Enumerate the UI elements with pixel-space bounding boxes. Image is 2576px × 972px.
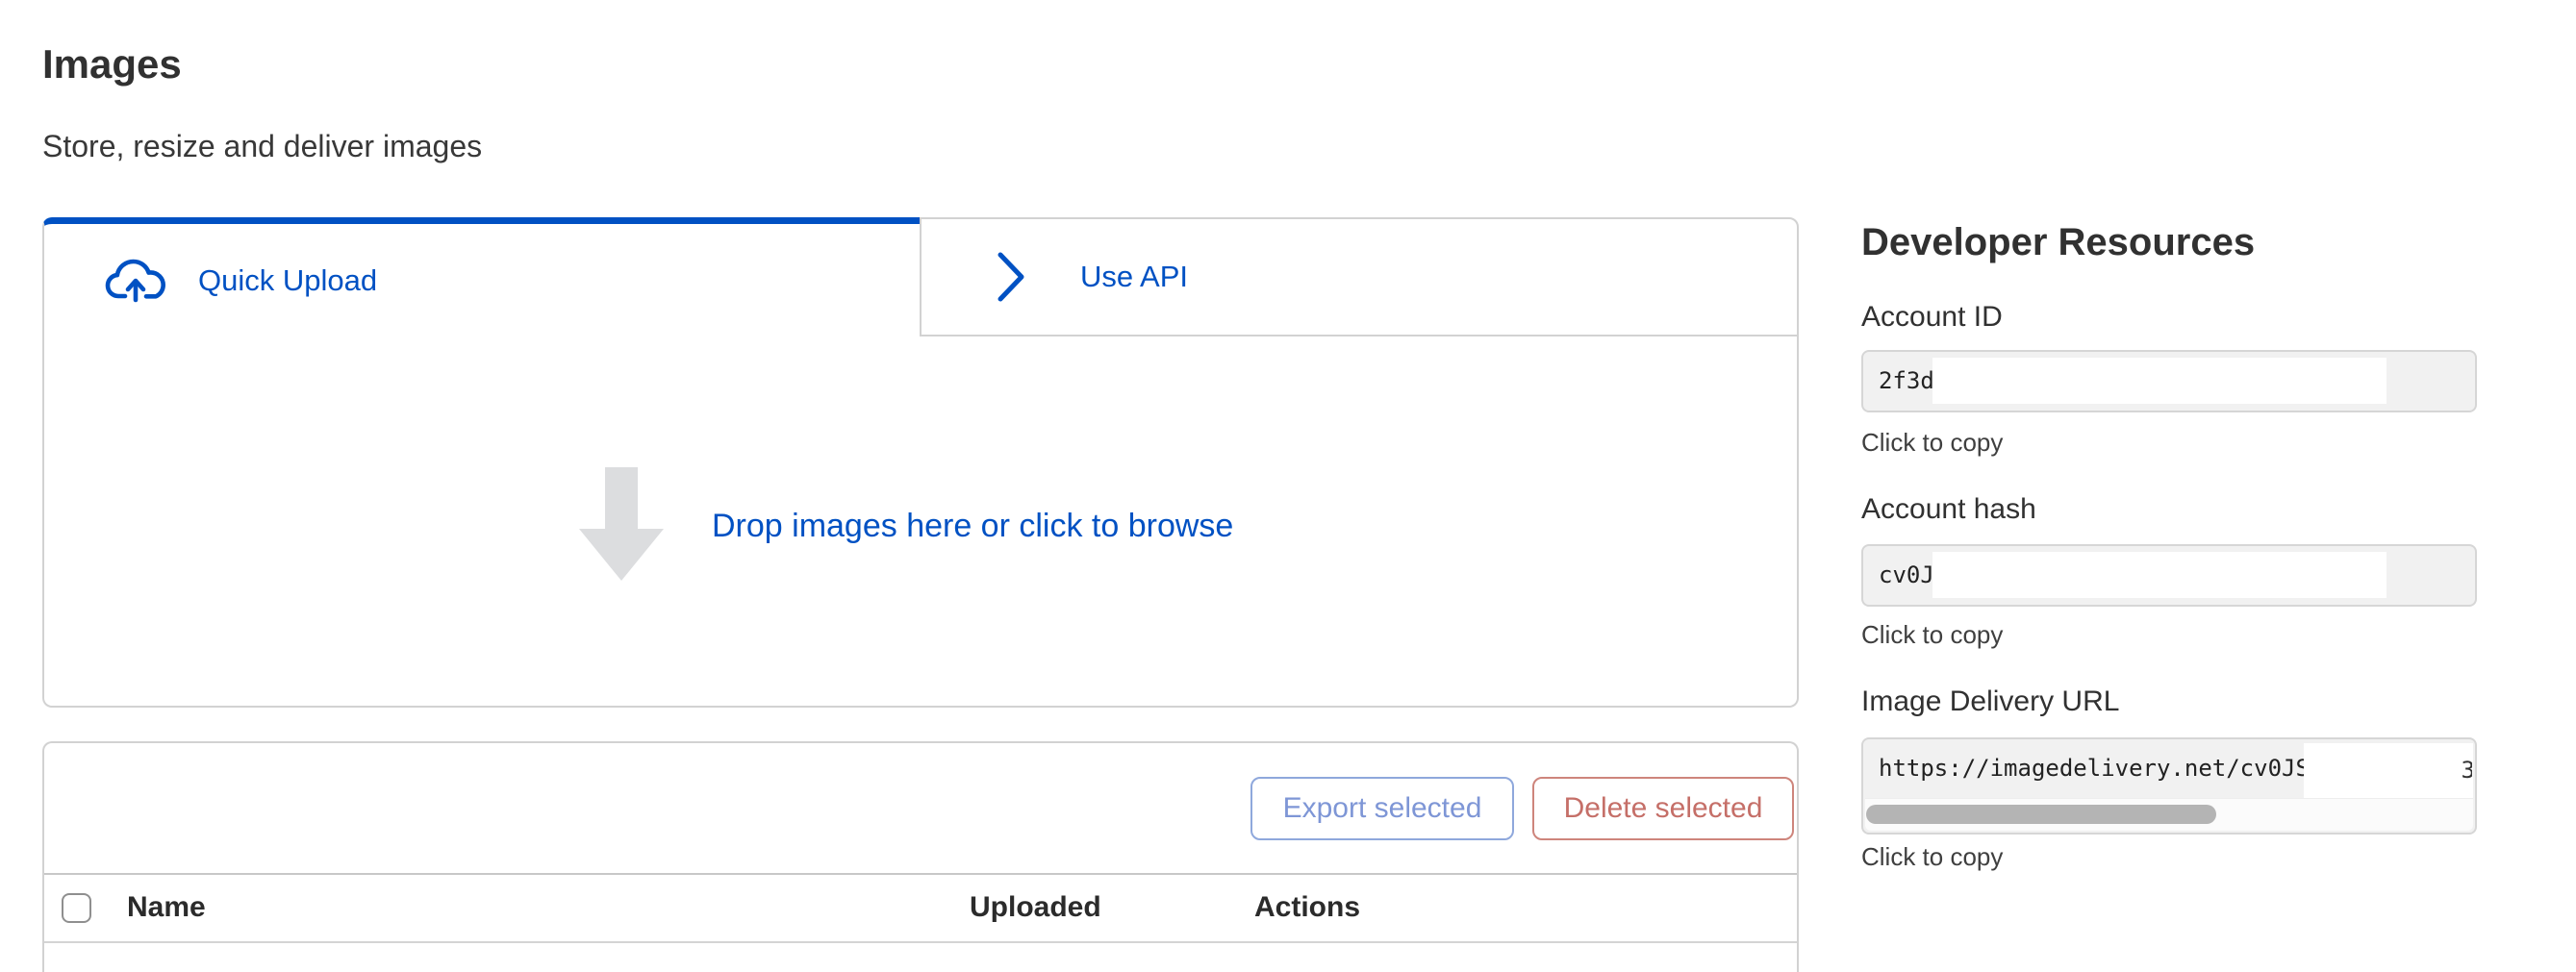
account-id-copy-hint: Click to copy: [1861, 427, 2003, 458]
account-id-label: Account ID: [1861, 300, 2003, 335]
select-all-checkbox[interactable]: [62, 893, 91, 923]
account-hash-field[interactable]: cv0J: [1861, 544, 2477, 607]
account-hash-value: cv0J: [1879, 546, 1934, 605]
arrow-down-icon: [579, 467, 664, 583]
page-subtitle: Store, resize and deliver images: [42, 127, 482, 165]
delete-selected-button[interactable]: Delete selected: [1532, 777, 1794, 840]
cloud-upload-icon: [104, 258, 167, 304]
tab-use-api[interactable]: Use API: [920, 217, 1799, 336]
url-scrollbar-thumb[interactable]: [1866, 805, 2216, 824]
image-delivery-url-label: Image Delivery URL: [1861, 685, 2119, 719]
tab-quick-upload[interactable]: Quick Upload: [42, 217, 920, 336]
image-delivery-url-copy-hint: Click to copy: [1861, 841, 2003, 872]
tab-quick-upload-label: Quick Upload: [198, 263, 377, 298]
account-hash-copy-hint: Click to copy: [1861, 619, 2003, 650]
url-scrollbar[interactable]: [1865, 798, 2473, 831]
dropzone[interactable]: Drop images here or click to browse: [42, 336, 1799, 708]
redaction-overlay: [1932, 552, 2387, 598]
column-header-actions: Actions: [1254, 875, 1360, 941]
upload-card: Quick Upload Use API Drop images here or…: [42, 217, 1799, 708]
tab-use-api-label: Use API: [1080, 260, 1188, 294]
redaction-overlay: [2304, 743, 2473, 798]
account-id-value: 2f3d: [1879, 352, 1934, 411]
developer-resources-title: Developer Resources: [1861, 219, 2255, 265]
chevron-right-icon: [996, 250, 1026, 304]
redaction-overlay: [1932, 358, 2387, 404]
account-id-field[interactable]: 2f3d: [1861, 350, 2477, 412]
images-table-card: Export selected Delete selected Name Upl…: [42, 741, 1799, 972]
redacted-char-fragment: 3: [2461, 754, 2472, 786]
column-header-name: Name: [127, 875, 206, 941]
developer-resources-panel: Developer Resources Account ID 2f3d Clic…: [1861, 0, 2477, 954]
table-header-row: Name Uploaded Actions: [44, 875, 1797, 943]
account-hash-label: Account hash: [1861, 492, 2036, 527]
column-header-uploaded: Uploaded: [970, 875, 1101, 941]
page-title: Images: [42, 40, 182, 88]
image-delivery-url-field[interactable]: https://imagedelivery.net/cv0JSj 3: [1861, 737, 2477, 835]
dropzone-label[interactable]: Drop images here or click to browse: [712, 506, 1233, 546]
export-selected-button[interactable]: Export selected: [1250, 777, 1514, 840]
image-delivery-url-value: https://imagedelivery.net/cv0JSj: [1879, 739, 2323, 798]
